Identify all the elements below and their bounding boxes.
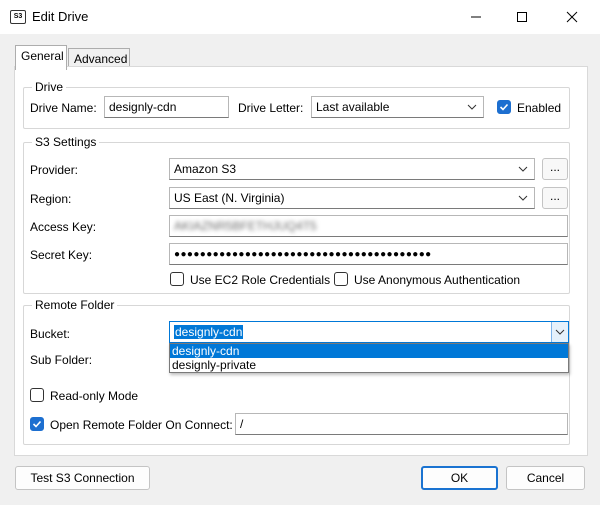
drive-name-input[interactable]: designly-cdn: [104, 96, 229, 118]
test-s3-connection-label: Test S3 Connection: [30, 471, 135, 485]
drive-name-label: Drive Name:: [30, 101, 97, 115]
drive-name-value: designly-cdn: [109, 100, 177, 114]
region-value: US East (N. Virginia): [174, 191, 285, 205]
tab-general-label: General: [21, 49, 64, 63]
close-button[interactable]: [549, 0, 595, 34]
drive-letter-value: Last available: [316, 100, 390, 114]
access-key-input[interactable]: AKIAZNR5BFETHJUQ4T5: [169, 215, 568, 237]
access-key-value: AKIAZNR5BFETHJUQ4T5: [174, 219, 317, 233]
chevron-down-icon: [518, 195, 528, 201]
bucket-label: Bucket:: [30, 327, 71, 341]
provider-browse-button[interactable]: ...: [542, 158, 568, 180]
region-label: Region:: [30, 192, 72, 206]
bucket-dropdown-button[interactable]: [551, 322, 568, 342]
ok-label: OK: [450, 471, 469, 485]
secret-key-input[interactable]: ●●●●●●●●●●●●●●●●●●●●●●●●●●●●●●●●●●●●●●●●: [169, 243, 568, 265]
bucket-option[interactable]: designly-private: [170, 358, 568, 372]
maximize-button[interactable]: [499, 0, 545, 34]
drive-group-title: Drive: [32, 80, 67, 94]
ec2-role-label: Use EC2 Role Credentials: [190, 273, 331, 287]
provider-label: Provider:: [30, 163, 79, 177]
chevron-down-icon: [518, 166, 528, 172]
app-icon: S3: [10, 10, 26, 24]
cancel-button[interactable]: Cancel: [506, 466, 585, 490]
chevron-down-icon: [467, 104, 477, 110]
provider-value: Amazon S3: [174, 162, 237, 176]
open-remote-folder-checkbox[interactable]: [30, 417, 44, 431]
anonymous-auth-label: Use Anonymous Authentication: [354, 273, 521, 287]
minimize-icon: [471, 16, 481, 18]
region-select[interactable]: US East (N. Virginia): [169, 187, 535, 209]
sub-folder-label: Sub Folder:: [30, 353, 93, 367]
checkmark-icon: [32, 420, 42, 428]
open-remote-folder-label: Open Remote Folder On Connect:: [50, 418, 233, 432]
close-icon: [566, 11, 578, 23]
bucket-select[interactable]: designly-cdn: [169, 321, 569, 343]
ec2-role-checkbox[interactable]: [170, 272, 184, 286]
region-browse-button[interactable]: ...: [542, 187, 568, 209]
read-only-label: Read-only Mode: [50, 389, 139, 403]
provider-select[interactable]: Amazon S3: [169, 158, 535, 180]
secret-key-label: Secret Key:: [30, 248, 93, 262]
bucket-value: designly-cdn: [174, 325, 244, 339]
drive-letter-label: Drive Letter:: [238, 101, 304, 115]
access-key-label: Access Key:: [30, 220, 97, 234]
open-remote-path-input[interactable]: /: [235, 413, 568, 435]
tab-general[interactable]: General: [15, 45, 67, 70]
s3-settings-group-title: S3 Settings: [32, 135, 100, 149]
open-remote-path-value: /: [240, 417, 244, 431]
bucket-dropdown-list: designly-cdn designly-private: [169, 343, 569, 373]
maximize-icon: [517, 12, 527, 22]
remote-folder-group-title: Remote Folder: [32, 298, 118, 312]
chevron-down-icon: [555, 329, 565, 335]
tab-advanced-label: Advanced: [74, 52, 128, 66]
drive-letter-select[interactable]: Last available: [311, 96, 484, 118]
enabled-checkbox[interactable]: [497, 100, 511, 114]
minimize-button[interactable]: [453, 0, 499, 34]
read-only-checkbox[interactable]: [30, 388, 44, 402]
ok-button[interactable]: OK: [421, 466, 498, 490]
window-title: Edit Drive: [32, 9, 89, 24]
anonymous-auth-checkbox[interactable]: [334, 272, 348, 286]
cancel-label: Cancel: [526, 471, 565, 485]
test-s3-connection-button[interactable]: Test S3 Connection: [15, 466, 150, 490]
enabled-label: Enabled: [517, 101, 562, 115]
bucket-option[interactable]: designly-cdn: [170, 344, 568, 358]
secret-key-value: ●●●●●●●●●●●●●●●●●●●●●●●●●●●●●●●●●●●●●●●●: [174, 249, 432, 260]
checkmark-icon: [499, 103, 509, 111]
